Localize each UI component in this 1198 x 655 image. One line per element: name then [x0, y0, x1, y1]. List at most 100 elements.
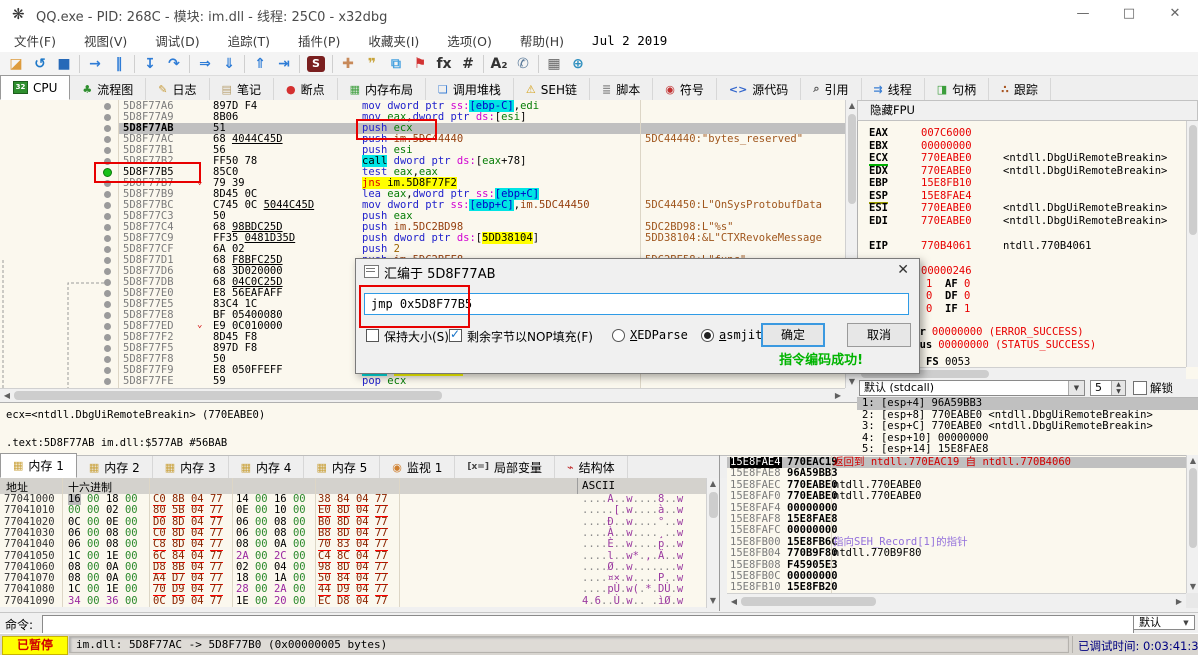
- trace-into-icon[interactable]: ⇒: [193, 54, 217, 74]
- step-out-icon[interactable]: ⇑: [248, 54, 272, 74]
- instruction-dot-icon[interactable]: [104, 345, 111, 352]
- tab-cpu[interactable]: 32 CPU: [0, 75, 71, 100]
- tab-handles[interactable]: ◨ 句柄: [925, 78, 990, 100]
- tab-watch-1[interactable]: ◉ 监视 1: [380, 456, 456, 478]
- tab-references[interactable]: ⌕ 引用: [801, 78, 862, 100]
- dialog-title-bar[interactable]: 汇编于 5D8F77AB ✕: [356, 259, 919, 283]
- keep-size-checkbox[interactable]: [366, 329, 379, 342]
- attach-icon[interactable]: ✆: [511, 54, 535, 74]
- instruction-dot-icon[interactable]: [104, 279, 111, 286]
- tab-struct[interactable]: ⌁ 结构体: [555, 456, 628, 478]
- stack-view[interactable]: 15E8FAE4 770EAC19 返回到 ntdll.770EAC19 自 ntd…: [727, 455, 1186, 593]
- chevron-down-icon[interactable]: [1068, 381, 1084, 395]
- tab-seh[interactable]: ⚠ SEH链: [514, 78, 590, 100]
- tab-dump-2[interactable]: ▦ 内存 2: [77, 456, 153, 478]
- argument-row[interactable]: 3: [esp+C] 770EABE0 <ntdll.DbgUiRemoteBr…: [857, 420, 1198, 433]
- instruction-dot-icon[interactable]: [104, 246, 111, 253]
- scroll-up-icon[interactable]: [1187, 455, 1198, 467]
- tab-log[interactable]: ✎ 日志: [146, 78, 210, 100]
- instruction-dot-icon[interactable]: [104, 257, 111, 264]
- font-icon[interactable]: A₂: [487, 54, 511, 74]
- instruction-dot-icon[interactable]: [104, 202, 111, 209]
- instruction-dot-icon[interactable]: [104, 356, 111, 363]
- dump-col-ascii[interactable]: ASCII: [582, 479, 615, 492]
- pause-icon[interactable]: ‖: [107, 54, 131, 74]
- depth-stepper[interactable]: 5 ▲ ▼: [1090, 380, 1126, 396]
- instruction-dot-icon[interactable]: [104, 323, 111, 330]
- menu-item-I[interactable]: 收藏夹(I): [354, 31, 433, 50]
- instruction-dot-icon[interactable]: [104, 103, 111, 110]
- tab-dump-4[interactable]: ▦ 内存 4: [229, 456, 305, 478]
- tab-dump-3[interactable]: ▦ 内存 3: [153, 456, 229, 478]
- chevron-down-icon[interactable]: [1179, 617, 1193, 629]
- memory-dump-view[interactable]: 77041000 16 00 18 00 C0 8B 04 77 14 00 16 0…: [0, 494, 706, 607]
- xedparse-radio[interactable]: [612, 329, 625, 342]
- registers-vertical-scrollbar[interactable]: [1186, 121, 1198, 367]
- command-input[interactable]: [42, 615, 1134, 634]
- tab-script[interactable]: ≣ 脚本: [590, 78, 654, 100]
- instruction-dot-icon[interactable]: [104, 301, 111, 308]
- scroll-right-icon[interactable]: [1173, 596, 1185, 608]
- tab-trace[interactable]: ∴ 跟踪: [989, 78, 1051, 100]
- tab-graph[interactable]: ♣ 流程图: [70, 78, 147, 100]
- step-into-icon[interactable]: ↧: [138, 54, 162, 74]
- instruction-dot-icon[interactable]: [104, 290, 111, 297]
- menu-item-F[interactable]: 文件(F): [0, 31, 70, 50]
- arguments-view[interactable]: 1: [esp+4] 96A59BB3 2: [esp+8] 770EABE0 <…: [857, 397, 1198, 456]
- tab-source[interactable]: <> 源代码: [717, 78, 802, 100]
- hide-fpu-button[interactable]: 隐藏FPU: [857, 100, 1198, 121]
- labels-icon[interactable]: ⧉: [384, 54, 408, 74]
- dump-col-hex[interactable]: 十六进制: [68, 479, 112, 495]
- instruction-dot-icon[interactable]: [104, 378, 111, 385]
- instruction-dot-icon[interactable]: [104, 147, 111, 154]
- instruction-dot-icon[interactable]: [104, 191, 111, 198]
- run-to-user-code-icon[interactable]: ⇥: [272, 54, 296, 74]
- dump-vertical-scrollbar[interactable]: [706, 478, 720, 608]
- menu-item-T[interactable]: 追踪(T): [214, 31, 284, 50]
- instruction-dot-icon[interactable]: [104, 334, 111, 341]
- menu-item-H[interactable]: 帮助(H): [506, 31, 578, 50]
- tab-notes[interactable]: ▤ 笔记: [210, 78, 274, 100]
- disasm-horizontal-scrollbar[interactable]: [0, 388, 845, 403]
- scroll-left-icon[interactable]: [1, 390, 13, 402]
- ok-button[interactable]: 确定: [761, 323, 825, 347]
- scroll-down-icon[interactable]: [707, 595, 719, 607]
- comments-icon[interactable]: ❞: [360, 54, 384, 74]
- tab-breakpoints[interactable]: ● 断点: [274, 78, 338, 100]
- scylla-icon[interactable]: S: [307, 55, 325, 72]
- dump-row[interactable]: 77041090 34 00 36 00 0C D9 04 77 1E 00 20 0…: [0, 594, 706, 607]
- instruction-dot-icon[interactable]: [104, 136, 111, 143]
- tab-threads[interactable]: ⇉ 线程: [862, 78, 925, 100]
- stack-row[interactable]: 15E8FAF0 770EABE0 ntdll.770EABE0: [727, 490, 1186, 502]
- run-icon[interactable]: →: [83, 54, 107, 74]
- stack-row[interactable]: 15E8FB04 770B9F80 ntdll.770B9F80: [727, 547, 1186, 559]
- stop-icon[interactable]: ■: [52, 54, 76, 74]
- dump-col-address[interactable]: 地址: [6, 479, 28, 495]
- argument-row[interactable]: 5: [esp+14] 15E8FAE8: [857, 443, 1198, 456]
- functions-icon[interactable]: fx: [432, 54, 456, 74]
- stack-horizontal-scrollbar[interactable]: [727, 593, 1186, 609]
- unlock-checkbox[interactable]: [1133, 381, 1147, 395]
- restart-icon[interactable]: ↺: [28, 54, 52, 74]
- tab-dump-5[interactable]: ▦ 内存 5: [304, 456, 381, 478]
- instruction-dot-icon[interactable]: [104, 114, 111, 121]
- calling-convention-select[interactable]: 默认 (stdcall): [859, 380, 1085, 396]
- menu-item-V[interactable]: 视图(V): [70, 31, 141, 50]
- calculator-icon[interactable]: ▦: [542, 54, 566, 74]
- trace-over-icon[interactable]: ⇓: [217, 54, 241, 74]
- argument-row[interactable]: 1: [esp+4] 96A59BB3: [857, 398, 1198, 410]
- dialog-close-icon[interactable]: ✕: [897, 262, 909, 278]
- menu-item-P[interactable]: 插件(P): [284, 31, 354, 50]
- command-profile-select[interactable]: 默认: [1133, 615, 1195, 630]
- scroll-up-icon[interactable]: [707, 478, 719, 490]
- instruction-dot-icon[interactable]: [104, 268, 111, 275]
- tab-call-stack[interactable]: ❏ 调用堆栈: [426, 78, 514, 100]
- tab-symbols[interactable]: ◉ 符号: [653, 78, 717, 100]
- nop-fill-checkbox[interactable]: [449, 327, 462, 342]
- stack-vertical-scrollbar[interactable]: [1186, 455, 1198, 593]
- instruction-dot-icon[interactable]: [104, 312, 111, 319]
- spin-up-icon[interactable]: ▲ ▼: [1111, 381, 1125, 395]
- menu-item-D[interactable]: 调试(D): [141, 31, 213, 50]
- instruction-dot-icon[interactable]: [104, 213, 111, 220]
- stack-row[interactable]: 15E8FB10 15E8FB20: [727, 581, 1186, 593]
